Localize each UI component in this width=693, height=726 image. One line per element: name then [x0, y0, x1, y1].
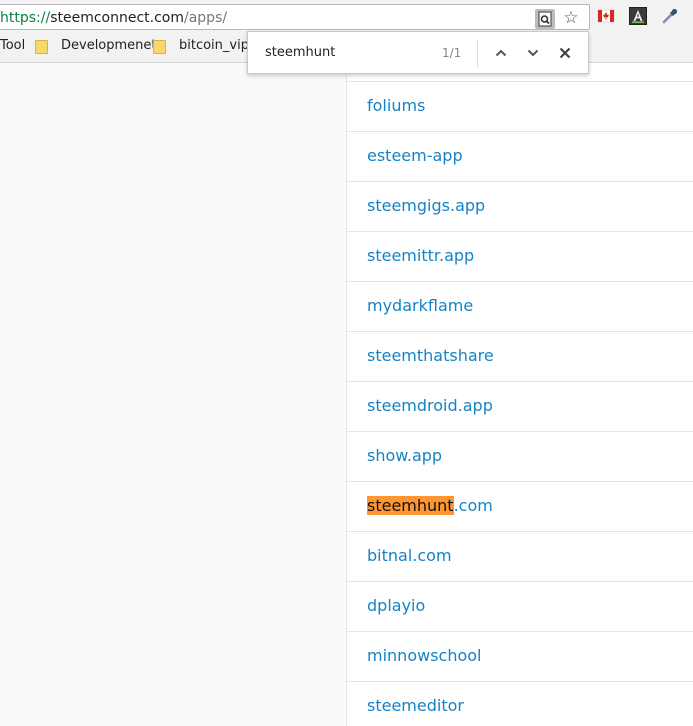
find-previous-button[interactable]: [489, 41, 513, 65]
app-link[interactable]: minnowschool: [367, 646, 481, 666]
find-match-count: 1/1: [442, 46, 462, 60]
app-link[interactable]: steemdroid.app: [367, 396, 493, 416]
find-close-button[interactable]: [553, 41, 577, 65]
app-list-item: steemgigs.app: [347, 181, 693, 231]
app-link-rest: .com: [453, 496, 493, 515]
find-in-page-icon[interactable]: [535, 9, 555, 29]
app-list-item: bitnal.com: [347, 531, 693, 581]
folder-icon: [35, 40, 48, 54]
url-host: steemconnect.com: [50, 10, 184, 26]
app-list-item: esteem-app: [347, 131, 693, 181]
page-left-panel: [0, 63, 346, 726]
app-list-item: mydarkflame: [347, 281, 693, 331]
app-link[interactable]: show.app: [367, 446, 442, 466]
app-list-item: steemittr.app: [347, 231, 693, 281]
app-link[interactable]: steemhunt.com: [367, 496, 493, 516]
app-list-item: steemthatshare: [347, 331, 693, 381]
app-link[interactable]: steemgigs.app: [367, 196, 485, 216]
app-link[interactable]: esteem-app: [367, 146, 463, 166]
ext-canada-icon[interactable]: [597, 7, 615, 25]
app-list-item: steemdroid.app: [347, 381, 693, 431]
chevron-down-icon: [527, 49, 539, 57]
app-list: foliums esteem-app steemgigs.app steemittr.…: [346, 63, 693, 726]
bookmark-tool[interactable]: Tool: [0, 36, 25, 56]
app-list-item: foliums: [347, 81, 693, 131]
url-scheme: https://: [0, 10, 51, 26]
chevron-up-icon: [495, 49, 507, 57]
app-list-item: dplayio: [347, 581, 693, 631]
app-list-item: steemhunt.com: [347, 481, 693, 531]
app-list-item: minnowschool: [347, 631, 693, 681]
find-bar: steemhunt 1/1: [247, 31, 589, 74]
find-match-highlight: steemhunt: [367, 496, 454, 515]
find-divider: [477, 40, 478, 67]
app-link[interactable]: bitnal.com: [367, 546, 452, 566]
bookmark-folder-bitcoin-vip[interactable]: bitcoin_vip: [179, 36, 249, 56]
app-list-item: steemeditor: [347, 681, 693, 726]
app-link[interactable]: steemittr.app: [367, 246, 474, 266]
app-link[interactable]: steemeditor: [367, 696, 464, 716]
folder-icon: [153, 40, 166, 54]
ext-typography-icon[interactable]: [629, 7, 647, 25]
app-list-item: show.app: [347, 431, 693, 481]
address-bar[interactable]: https://steemconnect.com/apps/ ☆: [0, 4, 590, 30]
find-input[interactable]: steemhunt: [265, 44, 335, 62]
app-link[interactable]: steemthatshare: [367, 346, 494, 366]
close-icon: [559, 47, 571, 59]
find-next-button[interactable]: [521, 41, 545, 65]
url-text: https://steemconnect.com/apps/: [0, 9, 227, 27]
star-icon[interactable]: ☆: [561, 8, 581, 28]
bookmark-folder-developmenet[interactable]: Developmenet: [61, 36, 157, 56]
app-link[interactable]: dplayio: [367, 596, 425, 616]
url-path: /apps/: [184, 10, 228, 26]
app-link[interactable]: mydarkflame: [367, 296, 473, 316]
ext-eyedropper-icon[interactable]: [661, 7, 679, 25]
app-link[interactable]: foliums: [367, 96, 425, 116]
